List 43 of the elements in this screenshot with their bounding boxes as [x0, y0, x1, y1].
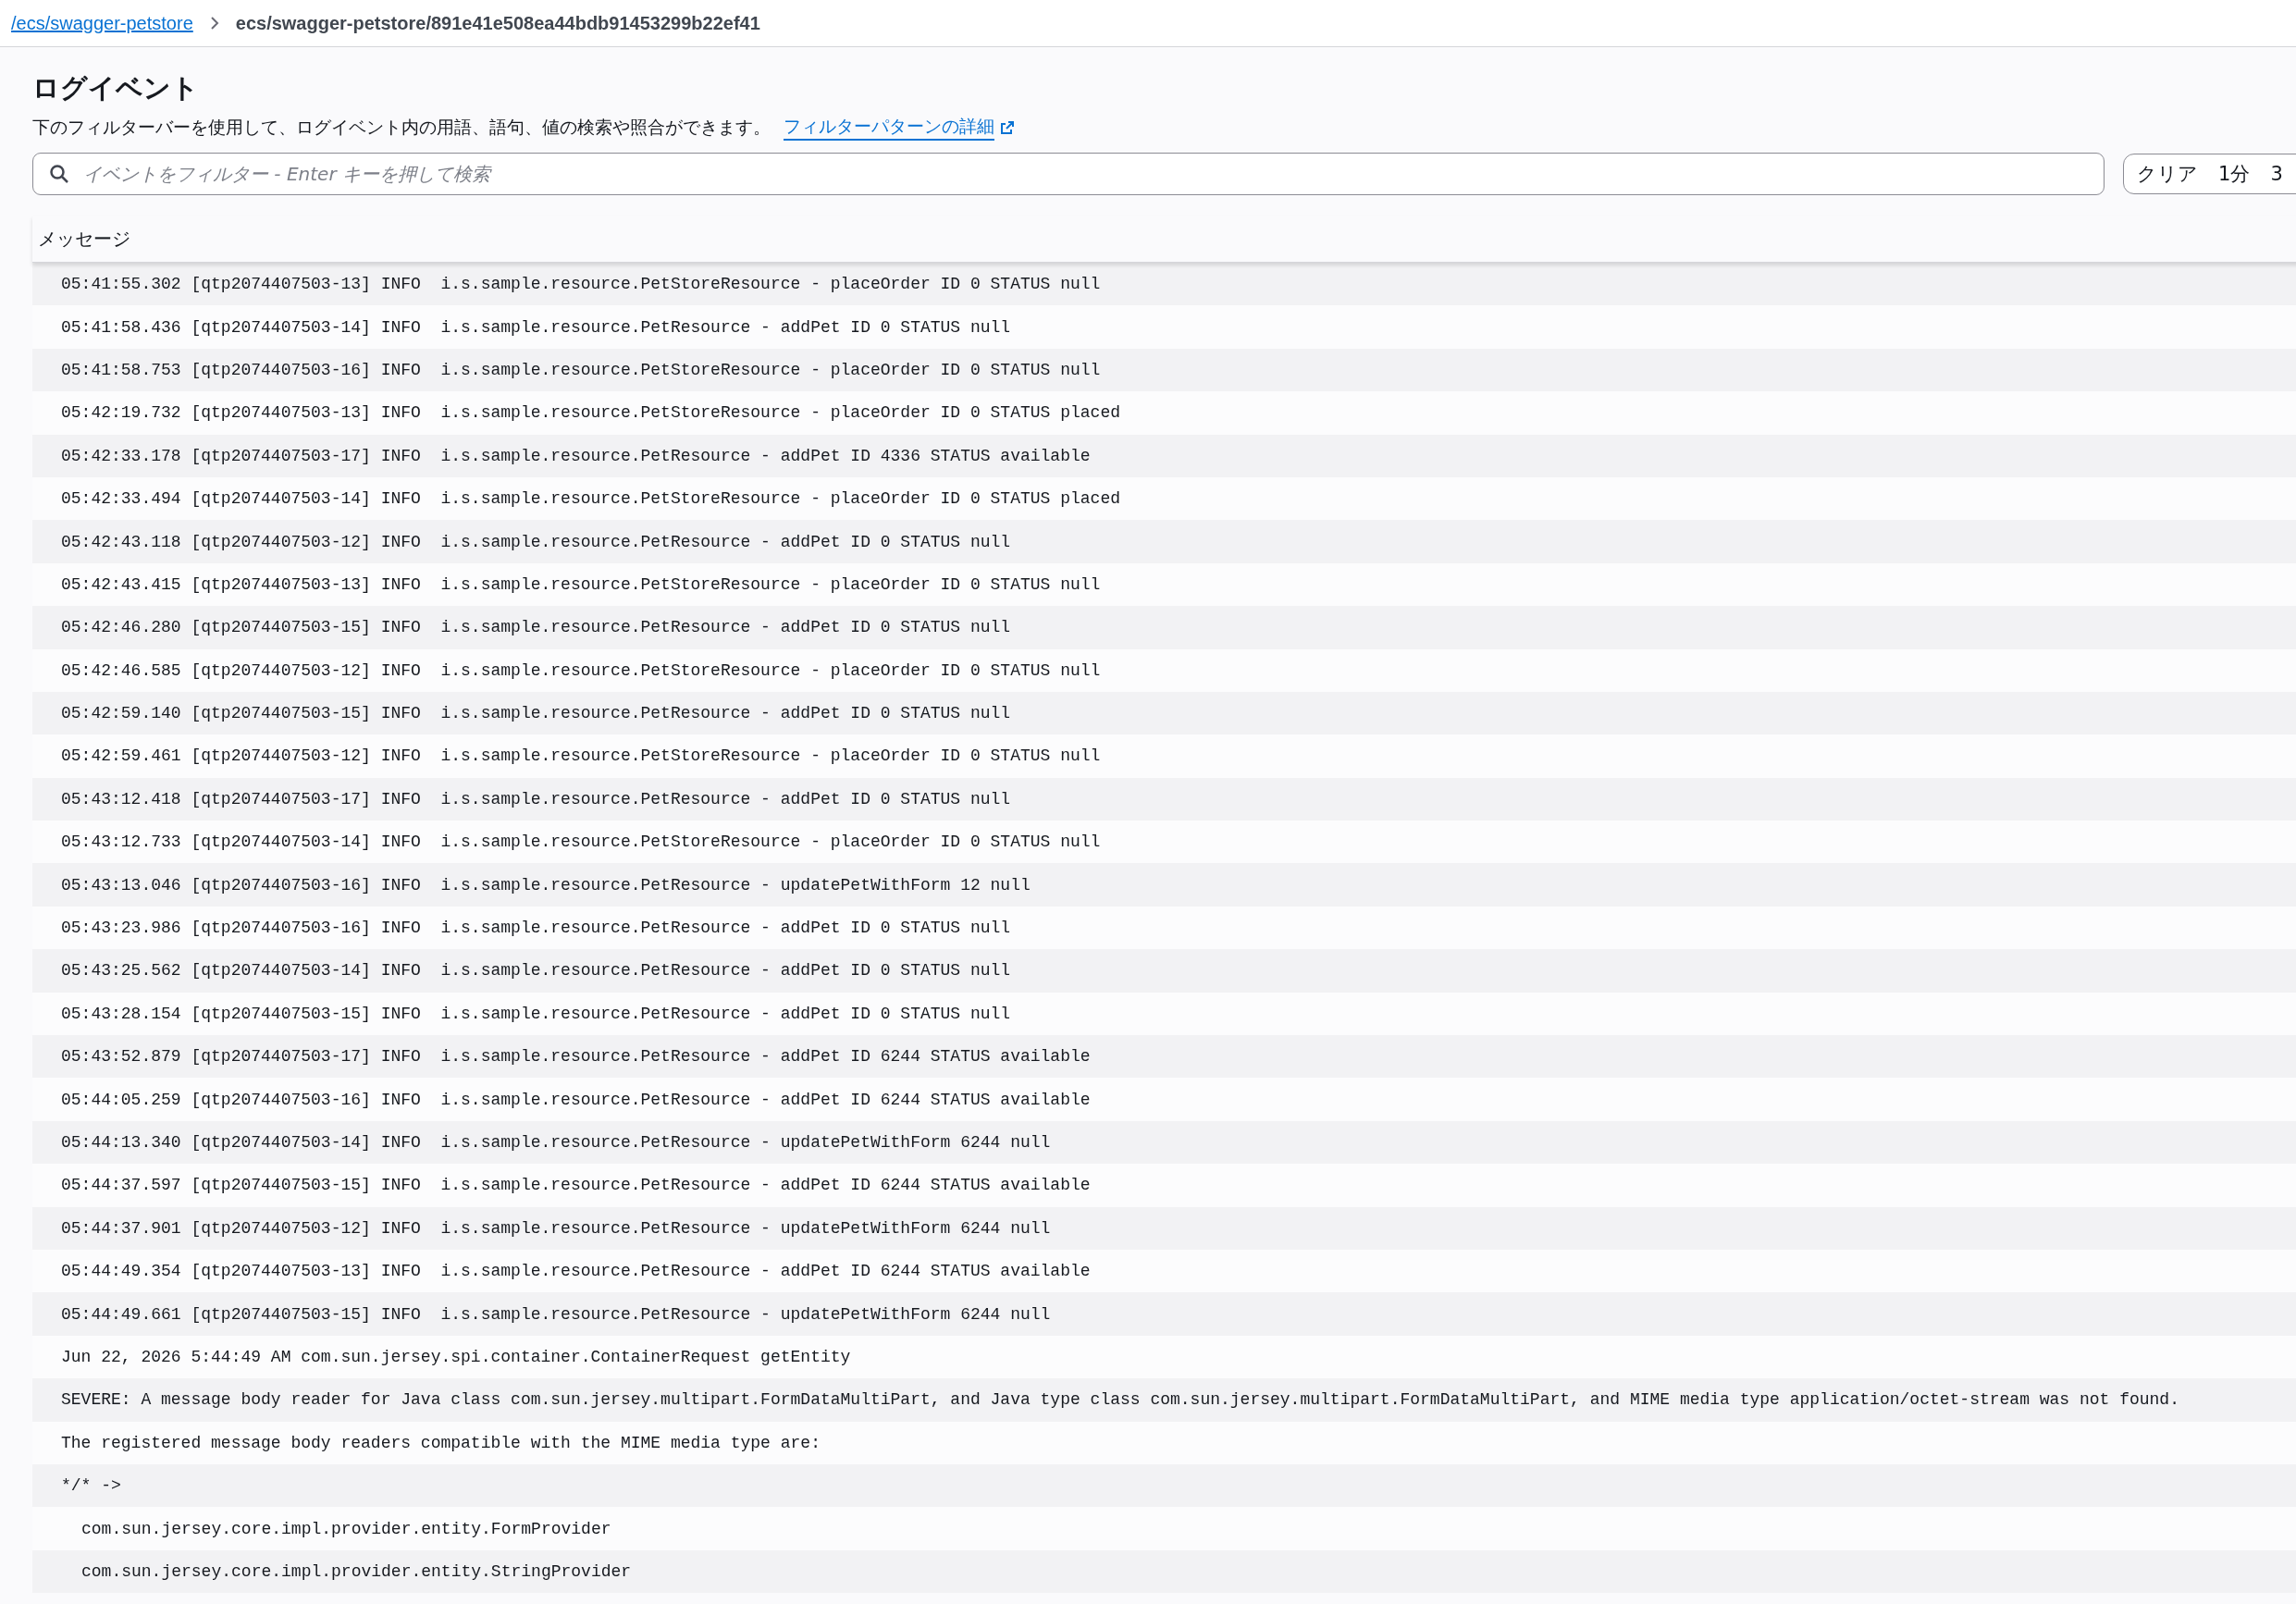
log-message: 05:43:23.986 [qtp2074407503-16] INFO i.s.sample.resource.PetResource - addPet ID 0 STATUS null — [60, 919, 1011, 938]
log-message: 05:42:19.732 [qtp2074407503-13] INFO i.s.sample.resource.PetStoreResource - placeOrder ID 0 STATUS placed — [60, 403, 1120, 423]
log-message: 05:44:37.597 [qtp2074407503-15] INFO i.s.sample.resource.PetResource - addPet ID 6244 STATUS available — [60, 1176, 1091, 1195]
time-range-option[interactable]: クリア — [2137, 161, 2198, 187]
breadcrumb-link[interactable]: /ecs/swagger-petstore — [11, 12, 193, 34]
log-message: 05:42:33.494 [qtp2074407503-14] INFO i.s.sample.resource.PetStoreResource - placeOrder ID 0 STATUS placed — [60, 489, 1120, 509]
log-message: 05:44:37.901 [qtp2074407503-12] INFO i.s.sample.resource.PetResource - updatePetWithForm 6244 null — [60, 1218, 1051, 1238]
breadcrumb-current: ecs/swagger-petstore/891e41e508ea44bdb91453299b22ef41 — [235, 12, 760, 34]
log-message: 05:44:13.340 [qtp2074407503-14] INFO i.s.sample.resource.PetResource - updatePetWithForm 6244 null — [60, 1133, 1051, 1152]
log-message: 05:42:43.118 [qtp2074407503-12] INFO i.s.sample.resource.PetResource - addPet ID 0 STATUS null — [60, 532, 1011, 551]
log-message: */* -> — [60, 1476, 121, 1496]
log-message: 05:43:28.154 [qtp2074407503-15] INFO i.s.sample.resource.PetResource - addPet ID 0 STATUS null — [60, 1004, 1011, 1023]
log-message: 05:41:58.436 [qtp2074407503-14] INFO i.s.sample.resource.PetResource - addPet ID 0 STATUS null — [60, 317, 1011, 337]
log-message: The registered message body readers compatible with the MIME media type are: — [60, 1433, 821, 1452]
log-message: 05:43:13.046 [qtp2074407503-16] INFO i.s.sample.resource.PetResource - updatePetWithForm 12 null — [60, 875, 1031, 895]
section-title: ログイベント — [32, 71, 200, 105]
filter-pattern-link[interactable]: フィルターパターンの詳細 — [784, 115, 994, 141]
log-message: 05:42:59.461 [qtp2074407503-12] INFO i.s.sample.resource.PetStoreResource - placeOrder ID 0 STATUS null — [60, 746, 1101, 766]
log-message: 05:43:25.562 [qtp2074407503-14] INFO i.s.sample.resource.PetResource - addPet ID 0 STATUS null — [60, 961, 1011, 981]
log-message: 05:42:46.585 [qtp2074407503-12] INFO i.s.sample.resource.PetStoreResource - placeOrder ID 0 STATUS null — [60, 660, 1101, 680]
log-message: 05:42:46.280 [qtp2074407503-15] INFO i.s.sample.resource.PetResource - addPet ID 0 STATUS null — [60, 618, 1011, 637]
search-field[interactable]: イベントをフィルター - Enter キーを押して検索 — [32, 153, 2105, 195]
log-message: 05:42:43.415 [qtp2074407503-13] INFO i.s.sample.resource.PetStoreResource - placeOrder ID 0 STATUS null — [60, 574, 1101, 594]
log-message: 05:41:58.753 [qtp2074407503-16] INFO i.s.sample.resource.PetStoreResource - placeOrder ID 0 STATUS null — [60, 360, 1101, 379]
log-message: SEVERE: A message body reader for Java class com.sun.jersey.multipart.FormDataMultiPart, and Java type class com.sun.jersey.multipart.FormDataMultiPart, and MIME media type application/octet-stream was not found. — [60, 1390, 2179, 1410]
section-description: 下のフィルターバーを使用して、ログイベント内の用語、語句、値の検索や照合ができます。 — [32, 116, 771, 139]
log-message: 05:44:49.661 [qtp2074407503-15] INFO i.s.sample.resource.PetResource - updatePetWithForm 6244 null — [60, 1304, 1051, 1324]
log-message: 05:44:49.354 [qtp2074407503-13] INFO i.s.sample.resource.PetResource - addPet ID 6244 STATUS available — [60, 1262, 1091, 1281]
log-message: 05:44:05.259 [qtp2074407503-16] INFO i.s.sample.resource.PetResource - addPet ID 6244 STATUS available — [60, 1090, 1091, 1109]
log-message: Jun 22, 2026 5:44:49 AM com.sun.jersey.spi.container.ContainerRequest getEntity — [60, 1347, 851, 1366]
log-message: com.sun.jersey.core.impl.provider.entity.StringProvider — [80, 1561, 632, 1581]
log-message: 05:43:12.733 [qtp2074407503-14] INFO i.s.sample.resource.PetStoreResource - placeOrder ID 0 STATUS null — [60, 833, 1101, 852]
external-link-icon — [1000, 120, 1015, 135]
log-message: 05:43:12.418 [qtp2074407503-17] INFO i.s.sample.resource.PetResource - addPet ID 0 STATUS null — [60, 789, 1011, 808]
log-message: com.sun.jersey.core.impl.provider.entity.FormProvider — [80, 1519, 611, 1538]
log-message: 05:42:59.140 [qtp2074407503-15] INFO i.s.sample.resource.PetResource - addPet ID 0 STATUS null — [60, 704, 1011, 723]
time-range-option[interactable]: 1分 — [2218, 161, 2251, 187]
time-range-option[interactable]: 3 — [2270, 163, 2283, 185]
column-header: メッセージ — [37, 226, 130, 252]
log-message: 05:41:55.302 [qtp2074407503-13] INFO i.s.sample.resource.PetStoreResource - placeOrder ID 0 STATUS null — [60, 275, 1101, 294]
log-message: 05:43:52.879 [qtp2074407503-17] INFO i.s.sample.resource.PetResource - addPet ID 6244 STATUS available — [60, 1047, 1091, 1067]
log-message: 05:42:33.178 [qtp2074407503-17] INFO i.s.sample.resource.PetResource - addPet ID 4336 STATUS available — [60, 446, 1091, 465]
chevron-right-icon — [209, 16, 219, 31]
